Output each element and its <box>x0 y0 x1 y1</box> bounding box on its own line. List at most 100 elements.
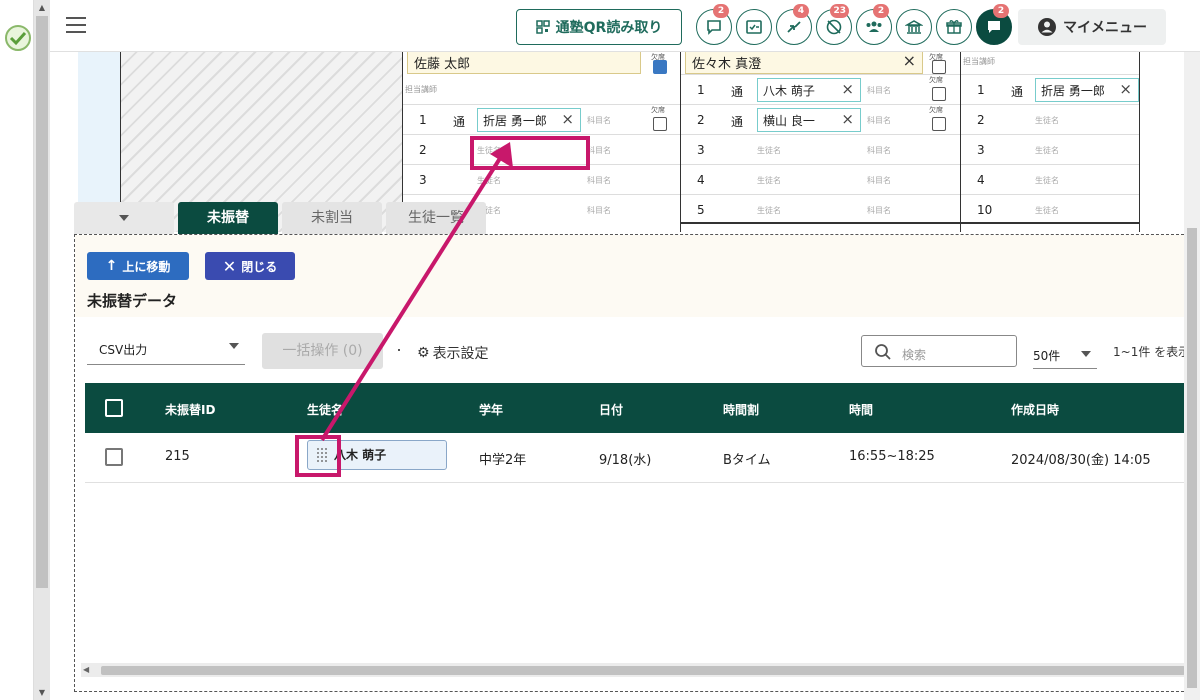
draggable-student-chip[interactable]: 八木 萌子 <box>307 440 447 470</box>
right-scrollbar-thumb[interactable] <box>1187 228 1197 688</box>
csv-export-label: CSV出力 <box>99 343 148 357</box>
attend-type: 通 <box>731 85 744 99</box>
row-number: 5 <box>697 203 705 217</box>
remove-x-icon[interactable]: × <box>841 80 854 98</box>
remove-x-icon[interactable]: × <box>903 52 916 70</box>
tab-student-list[interactable]: 生徒一覧 <box>386 202 486 234</box>
attend-type: 通 <box>731 115 744 129</box>
absent-checkbox[interactable] <box>932 87 946 101</box>
absent-checkbox[interactable] <box>653 117 667 131</box>
school-building-icon <box>905 20 923 34</box>
collapse-tab[interactable] <box>74 202 174 234</box>
col-header-created[interactable]: 作成日時 <box>1011 401 1059 418</box>
teacher-name: 佐藤 太郎 <box>414 57 471 72</box>
col-header-slot[interactable]: 時間割 <box>723 401 759 418</box>
drag-handle-icon[interactable] <box>316 447 328 463</box>
col-header-grade[interactable]: 学年 <box>479 401 503 418</box>
group-icon <box>866 21 882 32</box>
row-number: 1 <box>697 83 705 97</box>
schedule-row: 4 生徒名 科目名 <box>681 164 960 194</box>
scroll-down-arrow-icon[interactable]: ▼ <box>37 688 47 698</box>
teacher-name-field[interactable]: 佐々木 真澄 × <box>685 52 923 74</box>
group-button[interactable]: 2 <box>856 4 892 45</box>
student-placeholder[interactable]: 生徒名 <box>1035 115 1059 126</box>
schedule-row: 1 通 折居 勇一郎 × <box>961 74 1139 104</box>
select-all-checkbox[interactable] <box>105 399 123 417</box>
tab-unassigned[interactable]: 未割当 <box>282 202 382 234</box>
row-number: 2 <box>419 143 427 157</box>
left-scrollbar[interactable]: ▲ ▼ <box>34 0 50 700</box>
absent-checkbox-checked[interactable] <box>653 60 667 74</box>
student-chip[interactable]: 折居 勇一郎 × <box>1035 78 1139 102</box>
absent-checkbox[interactable] <box>932 117 946 131</box>
horizontal-scrollbar-thumb[interactable] <box>101 666 1185 675</box>
schedule-row: 3 生徒名 <box>961 134 1139 164</box>
scroll-left-arrow-icon[interactable]: ◀ <box>83 665 89 674</box>
student-placeholder[interactable]: 生徒名 <box>757 145 781 156</box>
attend-type: 通 <box>453 115 466 129</box>
student-placeholder[interactable]: 生徒名 <box>1035 205 1059 216</box>
col-header-time[interactable]: 時間 <box>849 401 873 418</box>
left-scrollbar-thumb[interactable] <box>36 16 48 588</box>
left-rail <box>0 0 34 700</box>
student-placeholder[interactable]: 生徒名 <box>1035 145 1059 156</box>
search-placeholder: 検索 <box>902 348 927 362</box>
student-placeholder[interactable]: 生徒名 <box>477 145 501 156</box>
gift-icon <box>946 20 962 34</box>
qr-scan-button[interactable]: 通塾QR読み取り <box>516 9 682 45</box>
col-header-id[interactable]: 未振替ID <box>165 401 215 418</box>
row-checkbox[interactable] <box>105 448 123 466</box>
bulk-action-button[interactable]: 一括操作 (0) <box>262 333 383 369</box>
student-placeholder[interactable]: 生徒名 <box>1035 175 1059 186</box>
scroll-up-arrow-icon[interactable]: ▲ <box>37 3 47 13</box>
row-number: 4 <box>697 173 705 187</box>
my-menu-button[interactable]: マイメニュー <box>1018 9 1166 45</box>
horizontal-scrollbar[interactable]: ◀ <box>81 663 1185 677</box>
subject-placeholder: 科目名 <box>867 146 891 155</box>
remove-x-icon[interactable]: × <box>1119 80 1132 98</box>
right-scrollbar[interactable] <box>1184 52 1200 700</box>
move-up-button[interactable]: ↑ 上に移動 <box>87 252 189 280</box>
chat-button[interactable]: 2 <box>696 4 732 45</box>
message-badge: 2 <box>993 4 1009 18</box>
teacher-name-field[interactable]: 佐藤 太郎 <box>407 52 641 74</box>
qr-scan-label: 通塾QR読み取り <box>555 20 663 36</box>
tab-unsubstituted[interactable]: 未振替 <box>178 202 278 234</box>
student-chip[interactable]: 横山 良一 × <box>757 108 861 132</box>
row-number: 1 <box>419 113 427 127</box>
absent-checkbox[interactable] <box>932 60 946 74</box>
gift-button[interactable] <box>936 9 972 45</box>
absent-button[interactable]: 23 <box>816 4 852 45</box>
transfer-button[interactable]: 4 <box>776 4 812 45</box>
search-input[interactable]: 検索 <box>861 335 1017 367</box>
csv-export-select[interactable]: CSV出力 <box>87 333 245 365</box>
col-header-date[interactable]: 日付 <box>599 401 623 418</box>
per-page-select[interactable]: 50件 <box>1033 341 1097 369</box>
teacher-label: 担当講師 <box>405 85 437 94</box>
message-button[interactable]: 2 <box>976 4 1012 45</box>
col-header-student[interactable]: 生徒名 <box>307 401 343 418</box>
remove-x-icon[interactable]: × <box>561 110 574 128</box>
hamburger-menu-icon[interactable] <box>66 17 86 33</box>
teacher-name: 佐々木 真澄 <box>692 57 762 72</box>
student-chip[interactable]: 折居 勇一郎 × <box>477 108 581 132</box>
display-settings-label: 表示設定 <box>432 346 489 362</box>
arrow-up-icon: ↑ <box>105 258 118 274</box>
display-settings-button[interactable]: ⚙ 表示設定 <box>417 343 489 363</box>
chevron-down-icon <box>1081 351 1091 357</box>
form-button[interactable] <box>736 9 772 45</box>
close-button[interactable]: ✕ 閉じる <box>205 252 295 280</box>
group-badge: 2 <box>873 4 889 18</box>
student-placeholder[interactable]: 生徒名 <box>477 175 501 186</box>
schedule-row: 5 生徒名 科目名 <box>681 194 960 224</box>
student-placeholder[interactable]: 生徒名 <box>757 205 781 216</box>
remove-x-icon[interactable]: × <box>841 110 854 128</box>
school-button[interactable] <box>896 9 932 45</box>
student-placeholder[interactable]: 生徒名 <box>757 175 781 186</box>
teacher-column-3: 担当講師 1 通 折居 勇一郎 × 2 生徒名 3 生徒名 4 生徒名 10 生徒… <box>960 52 1140 232</box>
panel-tabs: 未振替 未割当 生徒一覧 <box>74 202 494 234</box>
row-number: 3 <box>977 143 985 157</box>
app-logo-icon[interactable] <box>4 24 32 52</box>
student-chip[interactable]: 八木 萌子 × <box>757 78 861 102</box>
absent-badge: 23 <box>830 4 849 18</box>
